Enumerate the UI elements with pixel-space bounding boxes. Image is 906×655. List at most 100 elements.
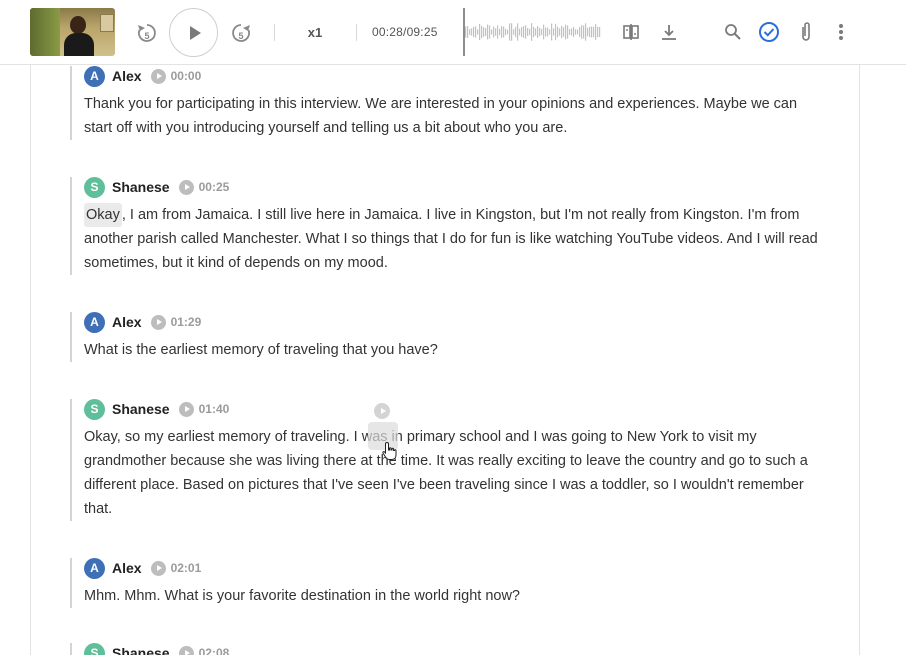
scissors-clip-icon: [623, 24, 639, 40]
check-circle-icon: [759, 22, 779, 42]
hand-pointer-cursor-icon: [382, 441, 397, 460]
waveform-bar: [571, 28, 573, 36]
waveform-bar: [577, 29, 579, 35]
play-segment-icon[interactable]: [178, 179, 194, 195]
play-segment-icon[interactable]: [150, 68, 166, 84]
waveform-bar: [465, 26, 467, 38]
rewind-5-button[interactable]: 5: [134, 20, 160, 46]
waveform-bar: [587, 27, 589, 37]
waveform-bar: [517, 23, 519, 41]
play-button[interactable]: [169, 8, 218, 57]
forward-icon: 5: [232, 24, 250, 42]
waveform-bar: [539, 27, 541, 37]
playback-speed-button[interactable]: x1: [300, 25, 330, 40]
waveform-bar: [527, 28, 529, 36]
current-word-highlight[interactable]: Okay: [84, 203, 122, 227]
play-segment-icon[interactable]: [150, 314, 166, 330]
speaker-avatar[interactable]: S: [84, 642, 105, 655]
hover-play-word-icon[interactable]: [374, 403, 390, 419]
waveform-bar: [499, 28, 501, 36]
segment-header: S Shanese 00:25: [84, 176, 820, 198]
play-segment-icon[interactable]: [178, 401, 194, 417]
more-vertical-icon: [839, 24, 843, 40]
segment-timestamp[interactable]: 01:40: [199, 402, 230, 416]
waveform-bar: [573, 26, 575, 38]
segment-text[interactable]: Thank you for participating in this inte…: [84, 92, 819, 140]
segment-timestamp[interactable]: 00:00: [171, 69, 202, 83]
segment-header: A Alex 02:01: [84, 557, 820, 579]
segment-text[interactable]: Okay, I am from Jamaica. I still live he…: [84, 203, 819, 275]
play-segment-icon[interactable]: [178, 645, 194, 655]
speaker-name[interactable]: Shanese: [112, 401, 170, 417]
video-thumbnail-person-body: [64, 33, 94, 56]
waveform-bar: [467, 26, 469, 38]
search-icon: [725, 24, 741, 40]
segment-timestamp[interactable]: 01:29: [171, 315, 202, 329]
waveform-bar: [591, 26, 593, 38]
segment-text[interactable]: Mhm. Mhm. What is your favorite destinat…: [84, 584, 819, 608]
waveform-bar: [535, 28, 537, 36]
waveform-bar: [555, 23, 557, 41]
waveform-bar: [595, 24, 597, 40]
waveform-bar: [537, 26, 539, 38]
waveform-bar: [493, 26, 495, 38]
segment-header: A Alex 00:00: [84, 65, 820, 87]
segment-timestamp[interactable]: 00:25: [199, 180, 230, 194]
speaker-avatar[interactable]: A: [84, 65, 105, 87]
mark-complete-button[interactable]: [757, 20, 781, 44]
waveform-bar: [511, 23, 513, 41]
segment-text-rest[interactable]: , I am from Jamaica. I still live here i…: [84, 207, 818, 271]
speaker-avatar[interactable]: A: [84, 311, 105, 333]
waveform-bar: [551, 23, 553, 41]
speaker-name[interactable]: Alex: [112, 560, 142, 576]
speaker-avatar[interactable]: S: [84, 176, 105, 198]
waveform-bar: [565, 24, 567, 40]
rewind-seconds: 5: [144, 31, 149, 41]
player-toolbar: 5 5 x1 00:28/09:25: [0, 0, 906, 65]
waveform-bar: [473, 26, 475, 38]
playback-time: 00:28/09:25: [372, 25, 438, 39]
transcript-segment: S Shanese 01:40 Okay, so my earliest mem…: [70, 398, 820, 521]
waveform-bar: [559, 28, 561, 36]
download-button[interactable]: [657, 20, 681, 44]
play-icon: [189, 25, 201, 40]
waveform-bar: [495, 28, 497, 36]
segment-timestamp[interactable]: 02:01: [171, 561, 202, 575]
waveform-bar: [503, 26, 505, 38]
waveform-bar: [581, 25, 583, 39]
search-button[interactable]: [721, 20, 745, 44]
segment-timestamp[interactable]: 02:08: [199, 646, 230, 655]
waveform-bar: [589, 26, 591, 38]
waveform-bar: [567, 25, 569, 39]
video-thumbnail-plant: [30, 8, 60, 56]
speaker-name[interactable]: Alex: [112, 314, 142, 330]
transcript-segment: A Alex 00:00 Thank you for participating…: [70, 65, 820, 140]
speaker-name[interactable]: Alex: [112, 68, 142, 84]
forward-5-button[interactable]: 5: [228, 20, 254, 46]
play-segment-icon[interactable]: [150, 560, 166, 576]
segment-text[interactable]: What is the earliest memory of traveling…: [84, 338, 819, 362]
audio-waveform[interactable]: [462, 8, 602, 56]
waveform-bar: [521, 27, 523, 37]
speaker-name[interactable]: Shanese: [112, 179, 170, 195]
waveform-playhead[interactable]: [463, 8, 465, 56]
waveform-bar: [529, 28, 531, 36]
video-thumbnail[interactable]: [30, 8, 115, 56]
waveform-bar: [579, 27, 581, 37]
attach-button[interactable]: [794, 20, 818, 44]
transcript-panel: A Alex 00:00 Thank you for participating…: [30, 65, 860, 655]
video-thumbnail-person-head: [70, 16, 86, 34]
more-options-button[interactable]: [829, 20, 853, 44]
speaker-avatar[interactable]: A: [84, 557, 105, 579]
waveform-bar: [469, 29, 471, 35]
transcript-segment: A Alex 02:01 Mhm. Mhm. What is your favo…: [70, 557, 820, 608]
waveform-bar: [475, 26, 477, 38]
speaker-name[interactable]: Shanese: [112, 645, 170, 655]
segment-header: S Shanese 01:40: [84, 398, 820, 420]
segment-text[interactable]: Okay, so my earliest memory of traveling…: [84, 425, 819, 521]
speaker-avatar[interactable]: S: [84, 398, 105, 420]
clip-button[interactable]: [619, 20, 643, 44]
waveform-bar: [561, 25, 563, 39]
waveform-bar: [491, 29, 493, 35]
waveform-bar: [523, 26, 525, 38]
